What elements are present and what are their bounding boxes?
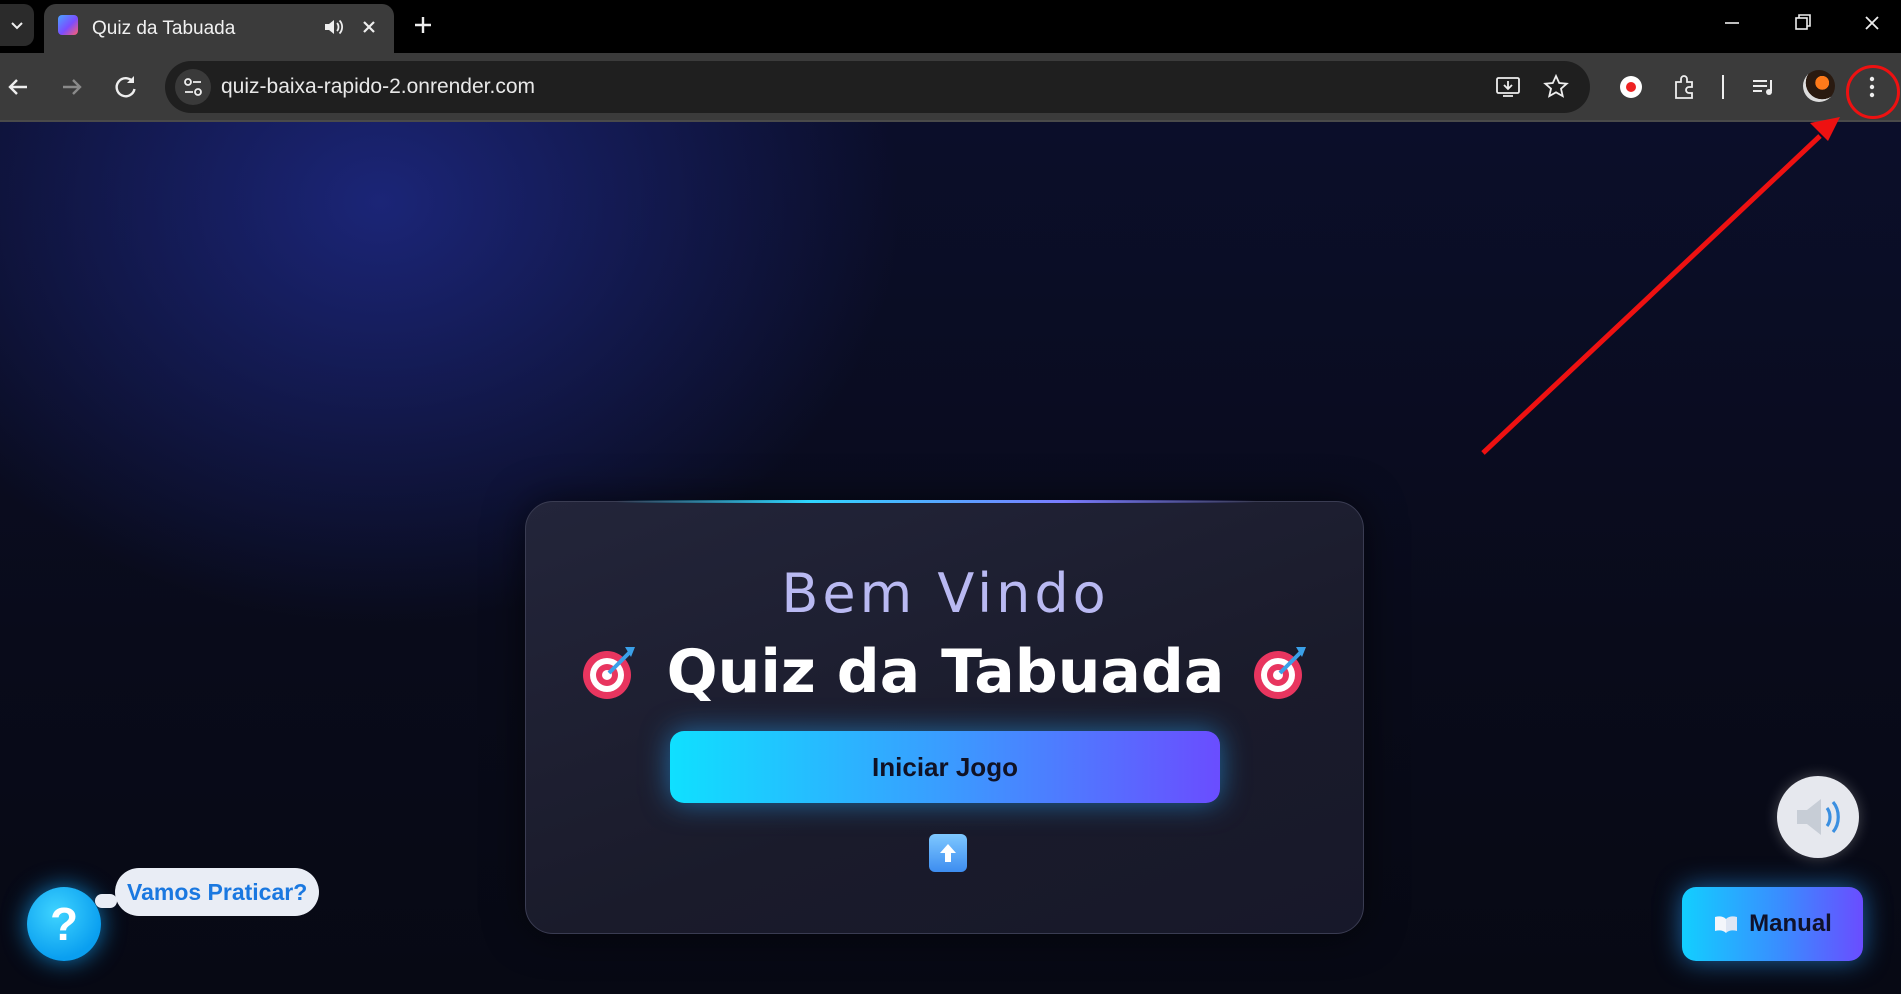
welcome-card: Bem Vindo Quiz da Tabuada Iniciar Jogo bbox=[525, 500, 1365, 934]
minimize-icon[interactable] bbox=[1712, 8, 1752, 38]
profile-avatar[interactable] bbox=[1803, 70, 1835, 102]
media-controls-icon[interactable] bbox=[1749, 72, 1779, 102]
extensions-icon[interactable] bbox=[1670, 72, 1700, 102]
manual-label: Manual bbox=[1749, 910, 1832, 937]
restore-icon[interactable] bbox=[1782, 8, 1822, 38]
bubble-tail bbox=[95, 894, 117, 908]
window-close-icon[interactable] bbox=[1852, 8, 1892, 38]
card-top-glow bbox=[616, 500, 1256, 503]
forward-icon[interactable] bbox=[56, 71, 88, 103]
start-game-button[interactable]: Iniciar Jogo bbox=[670, 731, 1220, 803]
page-content: Bem Vindo Quiz da Tabuada Iniciar Jogo ? bbox=[0, 122, 1901, 994]
manual-button[interactable]: Manual bbox=[1682, 887, 1863, 961]
title-row: Quiz da Tabuada bbox=[526, 637, 1365, 707]
tab-strip: Quiz da Tabuada bbox=[0, 0, 1901, 53]
site-settings-button[interactable] bbox=[175, 69, 211, 105]
help-bubble-text: Vamos Praticar? bbox=[127, 878, 308, 905]
speaker-icon[interactable] bbox=[320, 14, 346, 40]
arrow-up-icon bbox=[940, 844, 956, 862]
tab-title: Quiz da Tabuada bbox=[92, 18, 236, 39]
reload-icon[interactable] bbox=[110, 71, 142, 103]
active-tab[interactable]: Quiz da Tabuada bbox=[44, 4, 394, 53]
url-text: quiz-baixa-rapido-2.onrender.com bbox=[221, 75, 536, 98]
target-icon bbox=[582, 647, 635, 699]
chevron-down-icon bbox=[11, 22, 23, 30]
welcome-heading: Bem Vindo bbox=[781, 562, 1110, 625]
game-title: Quiz da Tabuada bbox=[666, 637, 1225, 707]
sound-icon bbox=[1797, 799, 1840, 835]
back-icon[interactable] bbox=[2, 71, 34, 103]
annotation-circle bbox=[1846, 65, 1900, 119]
toolbar-divider bbox=[1722, 75, 1724, 99]
close-icon[interactable] bbox=[356, 14, 382, 40]
help-speech-bubble[interactable]: Vamos Praticar? bbox=[95, 868, 320, 916]
new-tab-icon[interactable] bbox=[408, 10, 438, 40]
browser-toolbar: quiz-baixa-rapido-2.onrender.com bbox=[0, 53, 1901, 122]
site-settings-icon bbox=[184, 78, 202, 96]
book-icon bbox=[1715, 916, 1738, 933]
star-icon[interactable] bbox=[1542, 73, 1570, 101]
target-icon bbox=[1254, 647, 1307, 699]
install-icon[interactable] bbox=[1494, 73, 1522, 101]
upload-icon[interactable] bbox=[929, 834, 967, 872]
sound-toggle-button[interactable] bbox=[1777, 776, 1859, 858]
address-bar[interactable]: quiz-baixa-rapido-2.onrender.com bbox=[165, 61, 1590, 113]
help-button[interactable]: ? bbox=[27, 887, 101, 961]
record-icon[interactable] bbox=[1616, 72, 1646, 102]
quiz-favicon-icon bbox=[58, 15, 78, 35]
tab-search-button[interactable] bbox=[0, 4, 34, 46]
